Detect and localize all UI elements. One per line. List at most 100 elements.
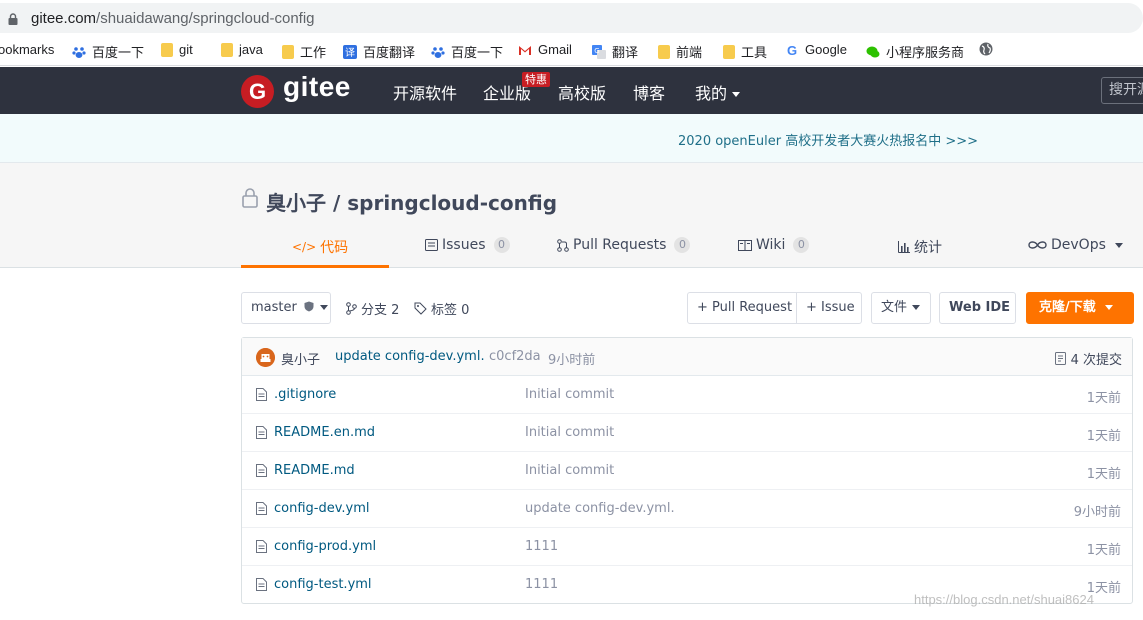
folder-icon (282, 44, 294, 59)
bookmark-label: git (179, 42, 193, 57)
bookmark-translate[interactable]: G 翻译 (592, 42, 638, 61)
google-translate-icon: G (592, 44, 606, 59)
issues-icon (425, 239, 438, 251)
file-name[interactable]: .gitignore (274, 387, 336, 402)
file-row[interactable]: .gitignore Initial commit 1天前 (242, 376, 1132, 414)
bookmark-frontend[interactable]: 前端 (658, 42, 702, 61)
bookmark-miniprogram[interactable]: 小程序服务商 (866, 42, 964, 61)
bookmark-tools[interactable]: 工具 (723, 42, 767, 61)
nav-open-source[interactable]: 开源软件 (393, 80, 457, 104)
file-commit-time: 1天前 (1086, 429, 1121, 444)
file-name[interactable]: config-test.yml (274, 577, 372, 592)
file-row[interactable]: README.md Initial commit 1天前 (242, 452, 1132, 490)
count-badge: 0 (493, 237, 510, 253)
bookmark-label: Google (805, 42, 847, 57)
document-icon (1054, 352, 1066, 365)
bookmark-label: 百度一下 (92, 45, 145, 60)
file-commit-time: 1天前 (1086, 391, 1121, 406)
bookmark-label: java (239, 42, 263, 57)
gitee-logo-icon[interactable]: G (241, 75, 274, 108)
branch-icon (346, 302, 357, 315)
file-commit-message[interactable]: Initial commit (525, 387, 614, 402)
count-badge: 0 (674, 237, 691, 253)
brand-name[interactable]: gitee (283, 71, 351, 103)
tags-link[interactable]: 标签 0 (414, 299, 469, 318)
bookmark-work[interactable]: 工作 (282, 42, 326, 61)
chevron-down-icon (1114, 242, 1123, 248)
bookmark-baidu-translate[interactable]: 译百度翻译 (343, 42, 415, 61)
book-icon (738, 239, 752, 251)
shield-icon (304, 301, 314, 312)
file-row[interactable]: README.en.md Initial commit 1天前 (242, 414, 1132, 452)
project-title[interactable]: 臭小子 / springcloud-config (266, 187, 557, 216)
announcement-link[interactable]: 2020 openEuler 高校开发者大赛火热报名中 >>> (678, 130, 978, 149)
commit-author[interactable]: 臭小子 (281, 349, 320, 368)
bookmark-label: 百度一下 (451, 45, 504, 60)
file-name[interactable]: README.md (274, 463, 355, 478)
file-icon (256, 388, 267, 401)
latest-commit-bar: 臭小子 update config-dev.yml. c0cf2da 9小时前 … (242, 338, 1132, 376)
file-icon (256, 578, 267, 591)
bookmark-google[interactable]: G Google (785, 42, 847, 57)
tab-code[interactable]: </> 代码 (292, 237, 348, 257)
tab-statistics[interactable]: 统计 (898, 237, 942, 257)
files-dropdown[interactable]: 文件 (871, 292, 931, 324)
url-field[interactable]: gitee.com/shuaidawang/springcloud-config (0, 3, 1143, 33)
new-issue-button[interactable]: + Issue (796, 292, 862, 324)
file-commit-time: 1天前 (1086, 543, 1121, 558)
lock-icon (8, 13, 18, 25)
file-name[interactable]: config-dev.yml (274, 501, 370, 516)
commit-count-link[interactable]: 4 次提交 (1054, 349, 1122, 368)
file-commit-message[interactable]: 1111 (525, 539, 558, 554)
file-name[interactable]: README.en.md (274, 425, 375, 440)
tab-wiki[interactable]: Wiki 0 (738, 237, 810, 253)
tab-devops[interactable]: DevOps (1028, 237, 1123, 253)
file-name[interactable]: config-prod.yml (274, 539, 376, 554)
file-commit-time: 9小时前 (1073, 505, 1121, 520)
bookmark-label: 工作 (300, 45, 327, 60)
web-ide-button[interactable]: Web IDE (939, 292, 1016, 324)
clone-download-button[interactable]: 克隆/下载 (1026, 292, 1134, 324)
avatar[interactable] (256, 348, 275, 367)
count-badge: 0 (793, 237, 810, 253)
bookmark-label: 翻译 (612, 45, 639, 60)
bookmark-git[interactable]: git (161, 42, 193, 57)
file-row[interactable]: config-prod.yml 1111 1天前 (242, 528, 1132, 566)
chevron-down-icon (320, 305, 329, 310)
file-commit-message[interactable]: Initial commit (525, 463, 614, 478)
bookmark-label: 小程序服务商 (886, 45, 965, 60)
tags-count: 标签 0 (431, 303, 470, 318)
announcement-banner: 2020 openEuler 高校开发者大赛火热报名中 >>> (0, 114, 1143, 163)
bookmark-bookmarks[interactable]: ookmarks (0, 42, 54, 57)
tab-issues[interactable]: Issues 0 (425, 237, 510, 253)
active-tab-indicator (241, 265, 389, 268)
bookmark-java[interactable]: java (221, 42, 263, 57)
bookmark-label: Gmail (538, 42, 572, 57)
bookmark-label: 百度翻译 (363, 45, 416, 60)
file-commit-message[interactable]: 1111 (525, 577, 558, 592)
project-header: 臭小子 / springcloud-config </> 代码 Issues 0… (0, 163, 1143, 268)
bookmark-globe[interactable] (979, 42, 993, 56)
bookmark-gmail[interactable]: Gmail (518, 42, 572, 57)
commit-hash[interactable]: c0cf2da (489, 349, 541, 364)
new-pull-request-button[interactable]: + Pull Request (687, 292, 797, 324)
folder-icon (221, 42, 233, 57)
bookmark-baidu-1[interactable]: 百度一下 (72, 42, 144, 61)
file-commit-message[interactable]: Initial commit (525, 425, 614, 440)
chevron-down-icon (1104, 305, 1113, 310)
file-row[interactable]: config-dev.yml update config-dev.yml. 9小… (242, 490, 1132, 528)
tab-pull-requests[interactable]: Pull Requests 0 (557, 237, 691, 253)
tab-label: Pull Requests (573, 237, 667, 253)
nav-blog[interactable]: 博客 (633, 80, 665, 104)
nav-mine[interactable]: 我的 (695, 80, 741, 104)
nav-education[interactable]: 高校版 (558, 80, 606, 104)
chevron-down-icon (912, 305, 921, 310)
search-input[interactable]: 搜开源 (1101, 77, 1143, 104)
bookmark-baidu-2[interactable]: 百度一下 (431, 42, 503, 61)
browser-address-bar: gitee.com/shuaidawang/springcloud-config (0, 0, 1143, 36)
branch-select[interactable]: master (241, 292, 331, 324)
file-commit-message[interactable]: update config-dev.yml. (525, 501, 675, 516)
url-host: gitee.com (31, 10, 97, 27)
branches-link[interactable]: 分支 2 (346, 299, 399, 318)
commit-message[interactable]: update config-dev.yml. (335, 349, 485, 364)
